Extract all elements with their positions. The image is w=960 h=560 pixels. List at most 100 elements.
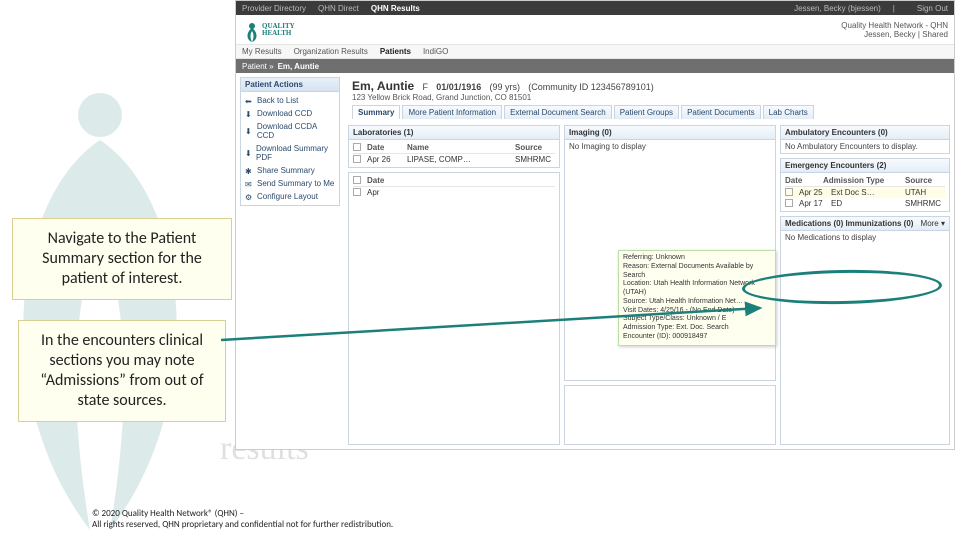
cell-name: LIPASE, COMP… <box>407 155 509 164</box>
col-name: Name <box>407 143 509 152</box>
patient-community: (Community ID 123456789101) <box>528 82 654 92</box>
nav-qhn-direct[interactable]: QHN Direct <box>318 4 359 13</box>
row-checkbox[interactable] <box>353 155 361 163</box>
gear-icon: ⚙ <box>245 193 253 201</box>
tt-encounter-id: Encounter (ID): 000918497 <box>623 333 771 342</box>
tt-visit-dates: Visit Dates: 4/25/16 - (No End Date) <box>623 307 771 316</box>
download-icon: ⬇ <box>245 149 252 157</box>
signout-link[interactable]: Sign Out <box>917 4 948 13</box>
svg-text:HEALTH: HEALTH <box>262 29 292 37</box>
table-row[interactable]: Apr 26 LIPASE, COMP… SMHRMC <box>353 154 555 165</box>
cell-source: SMHRMC <box>905 199 945 208</box>
back-icon: ⬅ <box>245 97 253 105</box>
share-icon: ✱ <box>245 167 253 175</box>
brand-right-2: Jessen, Becky | Shared <box>841 30 948 39</box>
section-extra <box>564 385 776 445</box>
subnav-indigo[interactable]: IndiGO <box>423 47 448 56</box>
section-title: Emergency Encounters (2) <box>781 159 949 173</box>
cell-type: ED <box>831 199 899 208</box>
row-checkbox[interactable] <box>353 188 361 196</box>
tab-summary[interactable]: Summary <box>352 105 400 119</box>
encounter-tooltip: Referring: Unknown Reason: External Docu… <box>618 250 776 346</box>
action-download-pdf[interactable]: ⬇ Download Summary PDF <box>241 142 339 164</box>
brand-row: QUALITY HEALTH Quality Health Network - … <box>236 15 954 45</box>
empty-text: No Ambulatory Encounters to display. <box>781 140 949 153</box>
section-title: Ambulatory Encounters (0) <box>781 126 949 140</box>
subnav-patients[interactable]: Patients <box>380 47 411 56</box>
nav-provider-directory[interactable]: Provider Directory <box>242 4 306 13</box>
footer-line-1: © 2020 Quality Health Network® (QHN) – <box>92 508 393 519</box>
tab-external-doc-search[interactable]: External Document Search <box>504 105 612 119</box>
action-label: Configure Layout <box>257 192 318 201</box>
patient-age: (99 yrs) <box>489 82 520 92</box>
table-row[interactable]: Apr 17 ED SMHRMC <box>785 198 945 209</box>
section-title: Imaging (0) <box>565 126 775 140</box>
nav-qhn-results[interactable]: QHN Results <box>371 4 420 13</box>
table-row[interactable]: Apr 25 Ext Doc S… UTAH <box>785 187 945 198</box>
action-label: Download CCD <box>257 109 312 118</box>
section-documents: Date Apr <box>348 172 560 445</box>
action-download-ccda[interactable]: ⬇ Download CCDA CCD <box>241 120 339 142</box>
bg-figure <box>0 60 270 560</box>
breadcrumb-label: Patient » <box>242 62 274 71</box>
tt-subject-type: Subject Type/Class: Unknown / E <box>623 315 771 324</box>
tt-source: Source: Utah Health Information Net… <box>623 298 771 307</box>
brand-right: Quality Health Network - QHN Jessen, Bec… <box>841 21 948 39</box>
cell-source: SMHRMC <box>515 155 555 164</box>
patient-sex: F <box>422 82 428 92</box>
action-configure-layout[interactable]: ⚙ Configure Layout <box>241 190 339 203</box>
sidebar: Patient Actions ⬅Back to List ⬇Download … <box>236 73 344 449</box>
action-label: Back to List <box>257 96 298 105</box>
action-send-summary[interactable]: ✉Send Summary to Me <box>241 177 339 190</box>
col-date: Date <box>785 176 817 185</box>
subnav-org-results[interactable]: Organization Results <box>294 47 368 56</box>
breadcrumb-value: Em, Auntie <box>278 62 319 71</box>
tt-location: Location: Utah Health Information Networ… <box>623 280 771 298</box>
more-link[interactable]: More ▾ <box>921 219 945 228</box>
tt-admission-type: Admission Type: Ext. Doc. Search <box>623 324 771 333</box>
sidebar-title: Patient Actions <box>241 78 339 92</box>
row-checkbox[interactable] <box>785 199 793 207</box>
section-meds-imm: Medications (0) Immunizations (0) More ▾… <box>780 216 950 445</box>
callout-1: Navigate to the Patient Summary section … <box>12 218 232 300</box>
tab-patient-groups[interactable]: Patient Groups <box>614 105 679 119</box>
action-share-summary[interactable]: ✱ Share Summary <box>241 164 339 177</box>
footer-line-2: All rights reserved, QHN proprietary and… <box>92 519 393 530</box>
tab-lab-charts[interactable]: Lab Charts <box>763 105 814 119</box>
top-sep: | <box>893 4 895 13</box>
action-label: Download CCDA CCD <box>257 122 335 140</box>
col-admission-type: Admission Type <box>823 176 899 185</box>
brand-right-1: Quality Health Network - QHN <box>841 21 948 30</box>
row-checkbox[interactable] <box>785 188 793 196</box>
patient-dob: 01/01/1916 <box>436 82 481 92</box>
callout-2: In the encounters clinical sections you … <box>18 320 226 422</box>
cell-source: UTAH <box>905 188 945 197</box>
top-nav: Provider Directory QHN Direct QHN Result… <box>236 1 954 15</box>
section-laboratories: Laboratories (1) Date Name Source Apr 26… <box>348 125 560 168</box>
col-date: Date <box>367 176 384 185</box>
select-all-checkbox[interactable] <box>353 143 361 151</box>
table-row[interactable]: Apr <box>353 187 555 198</box>
cell-type: Ext Doc S… <box>831 188 899 197</box>
col-source: Source <box>515 143 555 152</box>
section-ambulatory: Ambulatory Encounters (0) No Ambulatory … <box>780 125 950 154</box>
action-label: Download Summary PDF <box>256 144 335 162</box>
select-all-checkbox[interactable] <box>353 176 361 184</box>
tt-referring: Referring: Unknown <box>623 254 771 263</box>
tab-more-patient-info[interactable]: More Patient Information <box>402 105 502 119</box>
subnav-my-results[interactable]: My Results <box>242 47 282 56</box>
tab-patient-documents[interactable]: Patient Documents <box>681 105 761 119</box>
patient-name: Em, Auntie <box>352 79 414 93</box>
action-back-to-list[interactable]: ⬅ Back to List <box>241 94 339 107</box>
qhn-app: Provider Directory QHN Direct QHN Result… <box>235 0 955 450</box>
col-3: Ambulatory Encounters (0) No Ambulatory … <box>780 125 950 445</box>
col-source: Source <box>905 176 945 185</box>
section-emergency: Emergency Encounters (2) Date Admission … <box>780 158 950 212</box>
qhn-logo: QUALITY HEALTH <box>242 18 302 42</box>
download-icon: ⬇ <box>245 127 253 135</box>
patient-header: Em, Auntie F 01/01/1916 (99 yrs) (Commun… <box>348 77 950 121</box>
cell-date: Apr 26 <box>367 155 401 164</box>
action-download-ccd[interactable]: ⬇Download CCD <box>241 107 339 120</box>
cell-date: Apr <box>367 188 379 197</box>
action-label: Share Summary <box>257 166 315 175</box>
